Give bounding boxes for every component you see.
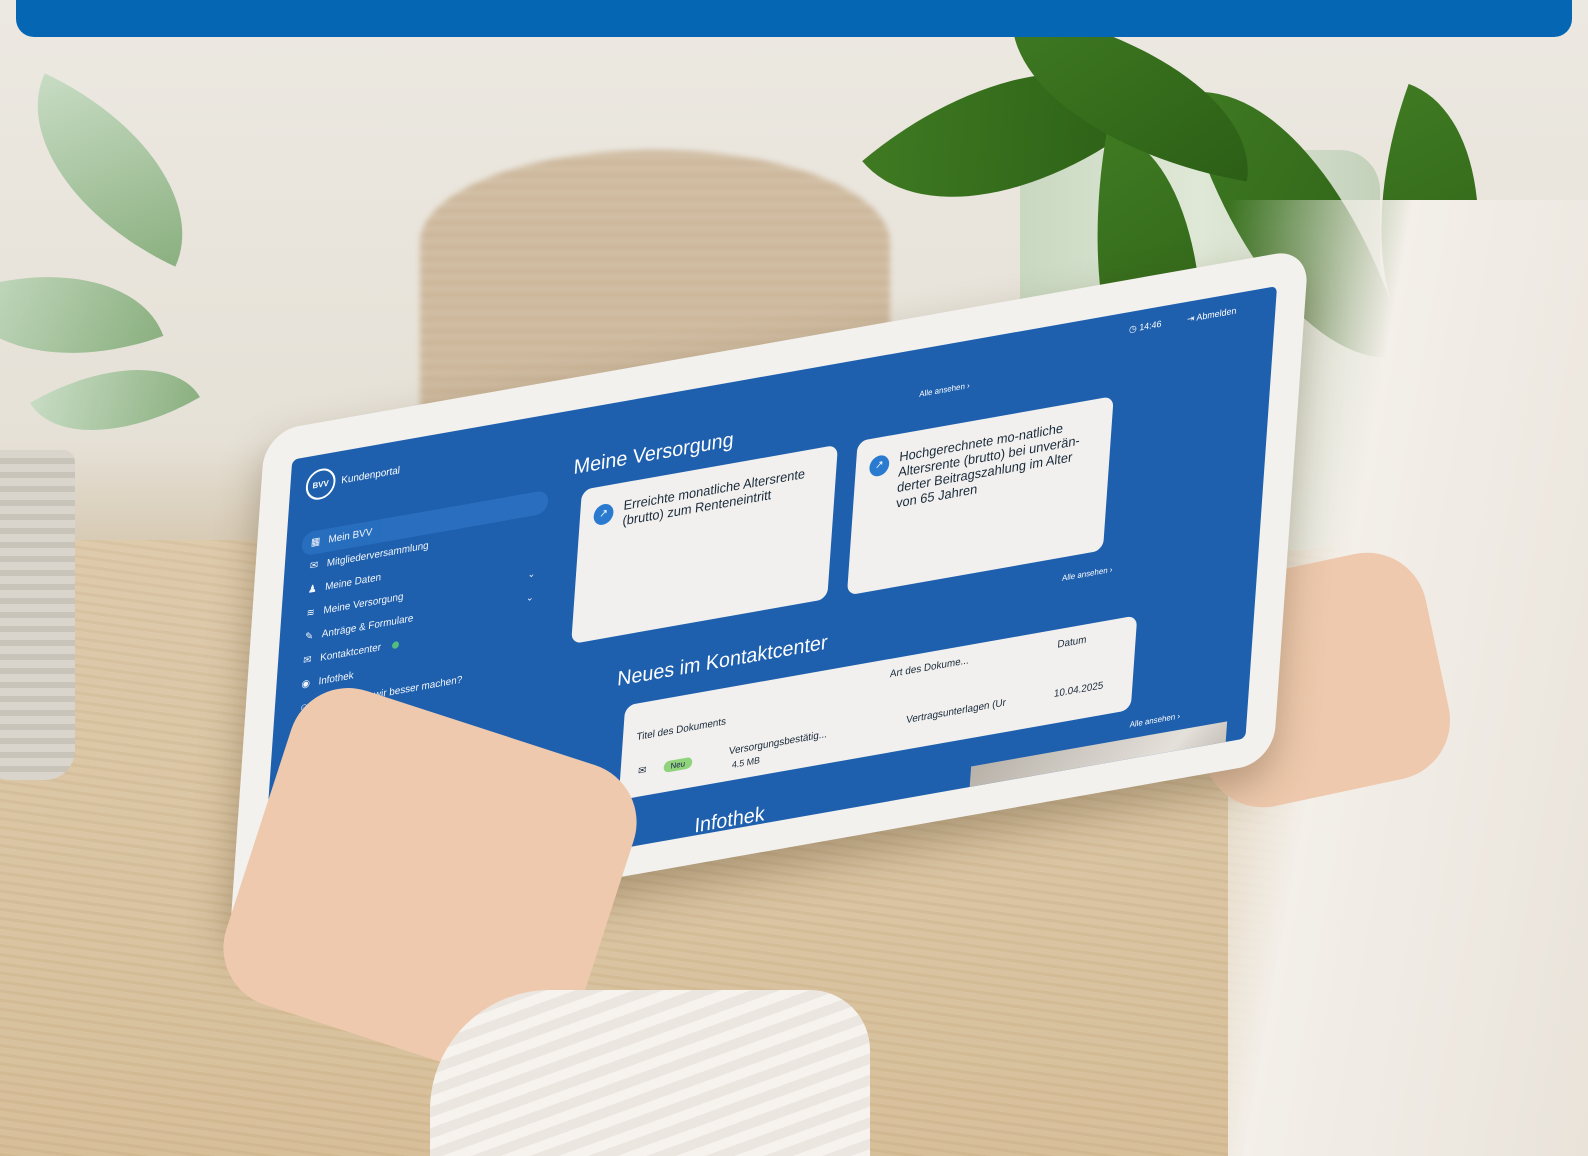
- kontakt-see-all-link[interactable]: Alle ansehen ›: [1062, 565, 1113, 583]
- chevron-down-icon[interactable]: ⌄: [527, 568, 535, 581]
- logout-button[interactable]: ⇥ Abmelden: [1187, 305, 1237, 325]
- pension-card-projected[interactable]: ↗ Hochgerechnete mo-natliche Altersrente…: [846, 396, 1114, 596]
- stack-icon: ≋: [306, 606, 316, 620]
- session-timer: ◷ 14:46: [1128, 318, 1162, 335]
- plant-pot-left: [0, 450, 75, 780]
- versorgung-see-all-link[interactable]: Alle ansehen ›: [919, 381, 970, 399]
- mail-icon: ✉: [309, 559, 319, 573]
- broadcast-icon: ◉: [301, 677, 311, 691]
- chart-icon: ↗: [868, 453, 890, 478]
- notification-dot: [391, 640, 399, 650]
- link-label: Alle ansehen: [1129, 712, 1176, 730]
- link-label: Alle ansehen: [918, 381, 966, 399]
- sidebar-item-label: Infothek: [318, 670, 354, 688]
- edit-icon: ✎: [304, 630, 314, 644]
- infothek-title: Infothek: [693, 802, 766, 838]
- logout-label: Abmelden: [1196, 305, 1237, 323]
- mail-icon: ✉: [302, 654, 312, 667]
- link-label: Alle ansehen: [1061, 565, 1108, 583]
- column-header-title: Titel des Dokuments: [636, 716, 727, 744]
- card-text: Hochgerechnete mo-natliche Altersrente (…: [895, 420, 1081, 511]
- column-header-date: Datum: [1057, 634, 1087, 651]
- chart-icon: ↗: [592, 502, 615, 527]
- time-label: 14:46: [1138, 318, 1162, 333]
- brand-label: Kundenportal: [340, 464, 401, 487]
- document-size: 4.5 MB: [731, 754, 761, 771]
- document-name[interactable]: Versorgungsbestätig...: [729, 729, 828, 758]
- chevron-down-icon[interactable]: ⌄: [526, 592, 534, 605]
- sidebar: BVV Kundenportal ▦ Mein BVV ✉ Mitglieder…: [289, 428, 553, 722]
- top-bar: ◷ 14:46 ⇥ Abmelden: [1129, 305, 1237, 335]
- document-table: Titel des Dokuments Art des Dokume... Da…: [618, 615, 1138, 801]
- person-sleeve-left: [430, 990, 870, 1156]
- new-badge: Neu: [663, 756, 693, 774]
- person-icon: ♟: [307, 583, 318, 597]
- mail-icon: ✉: [637, 764, 647, 778]
- sidebar-item-label: Mein BVV: [328, 526, 373, 546]
- document-date: 10.04.2025: [1053, 680, 1104, 701]
- column-header-type: Art des Dokume...: [889, 655, 970, 681]
- grid-icon: ▦: [310, 535, 321, 549]
- brand[interactable]: BVV Kundenportal: [304, 428, 553, 503]
- bvv-logo: BVV: [304, 466, 337, 503]
- card-text: Erreichte monatliche Altersrente (brutto…: [622, 465, 806, 529]
- top-banner: [16, 0, 1572, 37]
- document-type: Vertragsunterlagen (Ur: [905, 697, 1007, 727]
- pension-card-reached[interactable]: ↗ Erreichte monatliche Altersrente (brut…: [571, 444, 838, 645]
- infothek-see-all-link[interactable]: Alle ansehen ›: [1129, 711, 1180, 729]
